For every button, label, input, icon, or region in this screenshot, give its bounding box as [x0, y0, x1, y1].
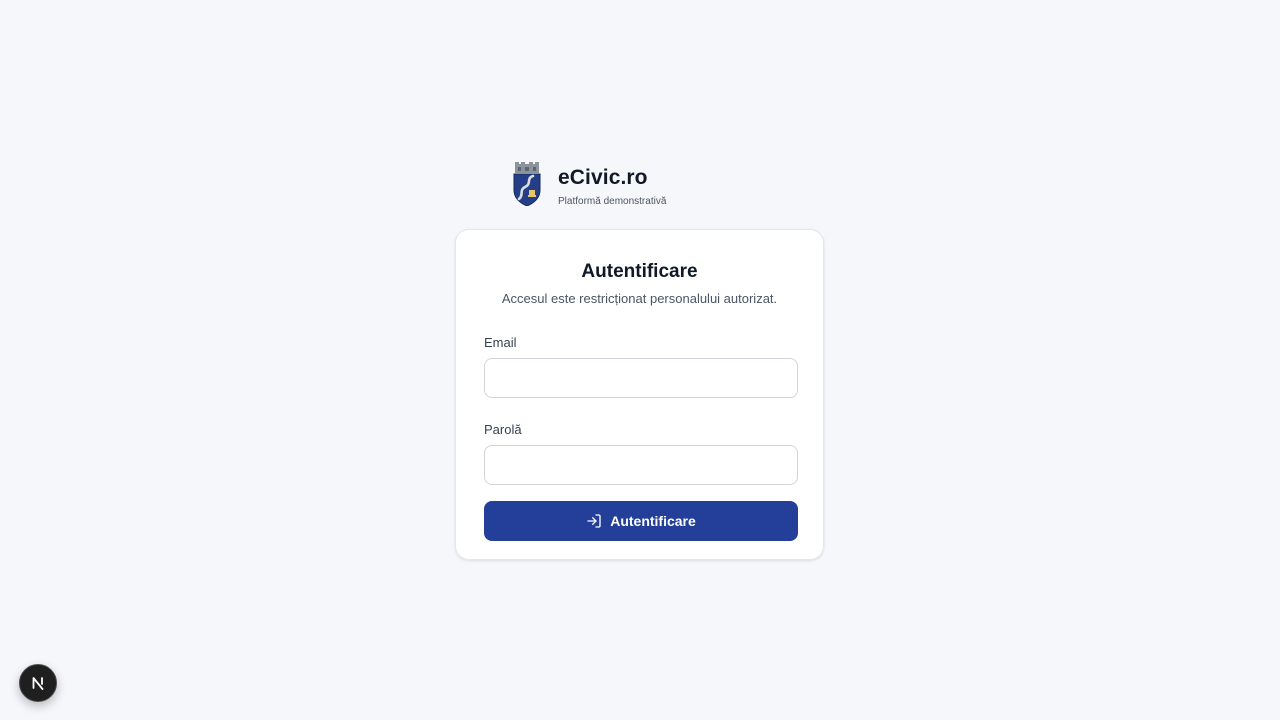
login-card: Autentificare Accesul este restricționat…	[455, 229, 824, 560]
coat-of-arms-icon	[513, 162, 541, 206]
login-button[interactable]: Autentificare	[484, 501, 798, 541]
brand-tagline: Platformă demonstrativă	[558, 196, 667, 207]
password-label: Parolă	[484, 422, 522, 437]
login-subtitle: Accesul este restricționat personalului …	[501, 291, 778, 306]
password-field[interactable]	[484, 445, 798, 485]
login-button-label: Autentificare	[610, 513, 696, 529]
brand-name: eCivic.ro	[558, 166, 648, 189]
nextjs-devtools-button[interactable]	[19, 664, 57, 702]
brand-text: eCivic.ro Platformă demonstrativă	[558, 161, 666, 207]
log-in-icon	[587, 514, 601, 528]
nextjs-logo-icon	[32, 677, 44, 690]
email-label: Email	[484, 335, 517, 350]
login-title: Autentificare	[581, 261, 698, 282]
email-field[interactable]	[484, 358, 798, 398]
brand-header: eCivic.ro Platformă demonstrativă	[512, 161, 712, 211]
